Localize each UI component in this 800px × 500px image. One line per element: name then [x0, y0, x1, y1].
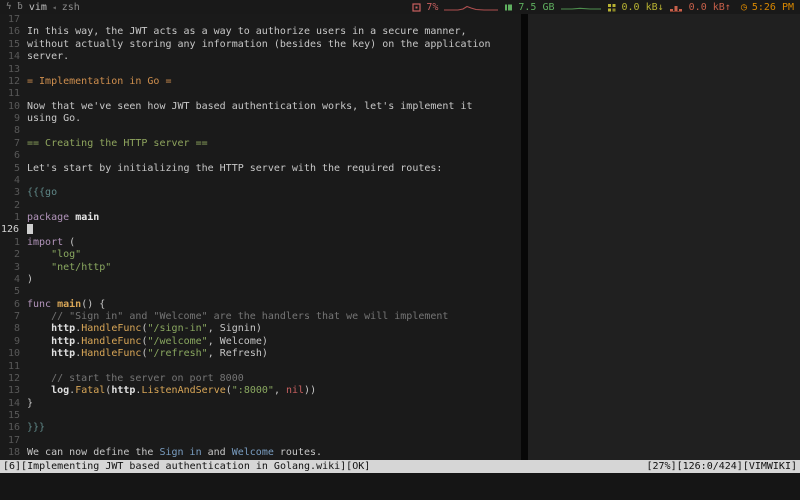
line-number: 9	[0, 113, 27, 125]
line-number: 4	[0, 274, 27, 286]
line-number: 10	[0, 101, 27, 113]
network-up-rate: 0.0 kB↑	[689, 2, 731, 13]
line-number: 7	[0, 311, 27, 323]
line-text: http.HandleFunc("/sign-in", Signin)	[27, 323, 262, 335]
line-number: 16	[0, 26, 27, 38]
line-number: 1	[0, 212, 27, 224]
window-icon: ƀ	[17, 2, 22, 12]
cpu-icon	[412, 3, 421, 12]
memory-icon	[504, 3, 513, 12]
vim-cursor	[27, 224, 33, 234]
window-separator-icon: ◂	[52, 3, 57, 12]
line-number: 11	[0, 88, 27, 100]
line-text: }}}	[27, 422, 45, 434]
line-text: server.	[27, 51, 69, 63]
line-text: log.Fatal(http.ListenAndServe(":8000", n…	[27, 385, 316, 397]
line-number: 126	[0, 224, 27, 236]
memory-usage: 7.5 GB	[518, 2, 554, 13]
tmux-status-bar: ϟ ƀ vim ◂ zsh 7% 7.5 GB	[0, 0, 800, 14]
line-text: import (	[27, 237, 75, 249]
cpu-usage: 7%	[426, 2, 438, 13]
line-number: 12	[0, 373, 27, 385]
line-number: 13	[0, 64, 27, 76]
system-stats: 7% 7.5 GB 0.0 kB↓	[407, 1, 794, 13]
line-text: )	[27, 274, 33, 286]
line-text: {{{go	[27, 187, 57, 199]
line-text: // start the server on port 8000	[27, 373, 244, 385]
line-number: 6	[0, 150, 27, 162]
line-number: 17	[0, 435, 27, 447]
line-number: 15	[0, 410, 27, 422]
session-icon: ϟ	[6, 2, 11, 12]
line-number: 16	[0, 422, 27, 434]
line-number: 5	[0, 286, 27, 298]
line-number: 7	[0, 138, 27, 150]
statusline-position-info: [27%][126:0/424][VIMWIKI]	[646, 460, 797, 473]
network-down-rate: 0.0 kB↓	[622, 2, 664, 13]
vim-command-area[interactable]	[0, 473, 800, 500]
line-number: 3	[0, 262, 27, 274]
line-text: // "Sign in" and "Welcome" are the handl…	[27, 311, 448, 323]
line-number: 12	[0, 76, 27, 88]
line-number: 14	[0, 51, 27, 63]
line-number: 13	[0, 385, 27, 397]
tmux-window-vim[interactable]: vim	[29, 2, 47, 13]
line-number: 11	[0, 361, 27, 373]
line-number: 1	[0, 237, 27, 249]
line-text: }	[27, 398, 33, 410]
line-text: using Go.	[27, 113, 81, 125]
line-text: func main() {	[27, 299, 105, 311]
tmux-window-zsh[interactable]: zsh	[62, 2, 80, 13]
clock-icon: ◷	[741, 2, 747, 13]
line-text: = Implementation in Go =	[27, 76, 172, 88]
terminal-screen: ϟ ƀ vim ◂ zsh 7% 7.5 GB	[0, 0, 800, 500]
network-up-icon	[669, 3, 684, 12]
line-text: In this way, the JWT acts as a way to au…	[27, 26, 467, 38]
pane-divider[interactable]	[521, 14, 528, 460]
statusline-file-info: [6][Implementing JWT based authenticatio…	[3, 460, 370, 473]
line-text: "net/http"	[27, 262, 111, 274]
line-text: http.HandleFunc("/welcome", Welcome)	[27, 336, 268, 348]
line-number: 14	[0, 398, 27, 410]
line-number: 8	[0, 323, 27, 335]
line-text: "log"	[27, 249, 81, 261]
line-text: We can now define the Sign in and Welcom…	[27, 447, 322, 459]
network-down-icon	[607, 3, 617, 12]
line-number: 8	[0, 125, 27, 137]
memory-graph-icon	[560, 1, 602, 13]
line-number: 18	[0, 447, 27, 459]
line-text: package main	[27, 212, 99, 224]
line-text: without actually storing any information…	[27, 39, 491, 51]
empty-right-pane[interactable]	[528, 14, 800, 460]
line-number: 6	[0, 299, 27, 311]
line-text: Let's start by initializing the HTTP ser…	[27, 163, 442, 175]
line-number: 4	[0, 175, 27, 187]
line-number: 17	[0, 14, 27, 26]
line-text: Now that we've seen how JWT based authen…	[27, 101, 473, 113]
vim-statusline: [6][Implementing JWT based authenticatio…	[0, 460, 800, 473]
line-number: 15	[0, 39, 27, 51]
time-label: 5:26 PM	[752, 2, 794, 13]
line-text: == Creating the HTTP server ==	[27, 138, 208, 150]
line-text	[27, 224, 33, 236]
line-text: http.HandleFunc("/refresh", Refresh)	[27, 348, 268, 360]
line-number: 2	[0, 200, 27, 212]
line-number: 3	[0, 187, 27, 199]
cpu-graph-icon	[443, 1, 499, 13]
line-number: 10	[0, 348, 27, 360]
line-number: 2	[0, 249, 27, 261]
line-number: 5	[0, 163, 27, 175]
line-number: 9	[0, 336, 27, 348]
